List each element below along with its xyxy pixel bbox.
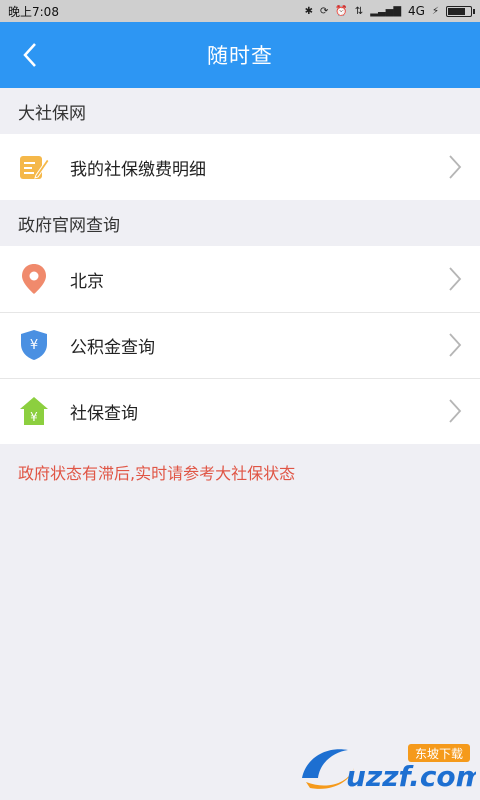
watermark-logo: uzzf.com 东坡下载 — [296, 738, 480, 794]
battery-icon — [446, 5, 475, 17]
data-icon: ⇅ — [354, 5, 364, 17]
app-header: 随时查 — [0, 22, 480, 88]
status-time: 晚上7:08 — [8, 4, 59, 19]
chevron-right-icon — [449, 333, 462, 357]
charging-icon: ⚡ — [431, 5, 439, 17]
yen-house-icon: ¥ — [18, 395, 50, 427]
list-item-label: 北京 — [70, 271, 104, 292]
location-pin-icon — [18, 263, 50, 295]
back-arrow-icon — [23, 43, 36, 67]
chevron-right-icon — [449, 399, 462, 423]
rotation-icon: ⟳ — [320, 5, 329, 17]
watermark-tag: 东坡下载 — [415, 747, 463, 761]
section-title-dashebao: 大社保网 — [18, 103, 86, 124]
list-item-label: 社保查询 — [70, 403, 138, 424]
status-icons: ✱ ⟳ ⏰ ⇅ ▂▃▅▇ 4G ⚡ — [304, 4, 475, 18]
chevron-right-icon — [449, 155, 462, 179]
svg-text:¥: ¥ — [30, 338, 38, 353]
list-item-housing-fund[interactable]: ¥ 公积金查询 — [0, 312, 480, 378]
alarm-icon: ⏰ — [335, 5, 348, 17]
edit-note-icon — [18, 151, 50, 183]
section-title-government: 政府官网查询 — [18, 215, 120, 236]
list-item-social-security[interactable]: ¥ 社保查询 — [0, 378, 480, 444]
back-button[interactable] — [8, 22, 52, 88]
list-government: 北京 ¥ 公积金查询 ¥ 社保查询 — [0, 246, 480, 444]
page-title: 随时查 — [207, 44, 273, 68]
bluetooth-icon: ✱ — [304, 5, 314, 17]
network-type: 4G — [408, 4, 425, 18]
list-item-label: 公积金查询 — [70, 337, 155, 358]
yen-shield-icon: ¥ — [18, 329, 50, 361]
list-item-label: 我的社保缴费明细 — [70, 159, 206, 180]
notice-text: 政府状态有滞后,实时请参考大社保状态 — [18, 464, 296, 483]
svg-text:¥: ¥ — [30, 410, 38, 424]
chevron-right-icon — [449, 267, 462, 291]
signal-icon: ▂▃▅▇ — [370, 5, 402, 17]
list-dashebao: 我的社保缴费明细 — [0, 134, 480, 200]
status-bar: 晚上7:08 ✱ ⟳ ⏰ ⇅ ▂▃▅▇ 4G ⚡ — [0, 0, 480, 22]
list-item-payment-details[interactable]: 我的社保缴费明细 — [0, 134, 480, 200]
svg-text:uzzf.com: uzzf.com — [346, 760, 476, 793]
list-item-beijing[interactable]: 北京 — [0, 246, 480, 312]
